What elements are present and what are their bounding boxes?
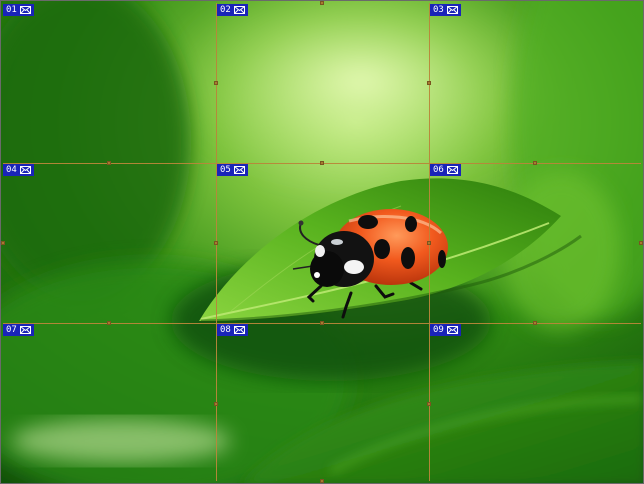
tile-label-09[interactable]: 09: [430, 324, 461, 336]
tile-number: 08: [220, 325, 231, 335]
tile-number: 05: [220, 165, 231, 175]
envelope-icon[interactable]: [19, 166, 31, 174]
image-frame: 01 02 03 04 05 06 07 08 09: [0, 0, 644, 484]
grid-handle[interactable]: [427, 402, 431, 406]
tile-number: 02: [220, 5, 231, 15]
tile-number: 04: [6, 165, 17, 175]
tile-label-02[interactable]: 02: [217, 4, 248, 16]
tile-label-06[interactable]: 06: [430, 164, 461, 176]
envelope-icon[interactable]: [19, 6, 31, 14]
tile-number: 09: [433, 325, 444, 335]
grid-handle[interactable]: [214, 241, 218, 245]
grid-handle[interactable]: [320, 479, 324, 483]
envelope-icon[interactable]: [233, 6, 245, 14]
tile-number: 03: [433, 5, 444, 15]
envelope-icon[interactable]: [446, 166, 458, 174]
tile-number: 07: [6, 325, 17, 335]
envelope-icon[interactable]: [446, 6, 458, 14]
tile-label-01[interactable]: 01: [3, 4, 34, 16]
tile-label-03[interactable]: 03: [430, 4, 461, 16]
tile-label-07[interactable]: 07: [3, 324, 34, 336]
grid-handle[interactable]: [107, 321, 111, 325]
grid-handle[interactable]: [533, 321, 537, 325]
grid-handle[interactable]: [320, 1, 324, 5]
tile-label-08[interactable]: 08: [217, 324, 248, 336]
tile-label-05[interactable]: 05: [217, 164, 248, 176]
tile-label-04[interactable]: 04: [3, 164, 34, 176]
envelope-icon[interactable]: [233, 166, 245, 174]
envelope-icon[interactable]: [233, 326, 245, 334]
tile-number: 06: [433, 165, 444, 175]
grid-handle[interactable]: [320, 321, 324, 325]
grid-handle[interactable]: [214, 402, 218, 406]
grid-handle[interactable]: [533, 161, 537, 165]
grid-handle[interactable]: [1, 241, 5, 245]
ladybug-photo: [1, 1, 643, 483]
grid-handle[interactable]: [427, 81, 431, 85]
grid-handle[interactable]: [639, 241, 643, 245]
envelope-icon[interactable]: [19, 326, 31, 334]
tile-number: 01: [6, 5, 17, 15]
envelope-icon[interactable]: [446, 326, 458, 334]
grid-handle[interactable]: [107, 161, 111, 165]
grid-handle[interactable]: [427, 241, 431, 245]
grid-handle[interactable]: [214, 81, 218, 85]
grid-handle[interactable]: [320, 161, 324, 165]
